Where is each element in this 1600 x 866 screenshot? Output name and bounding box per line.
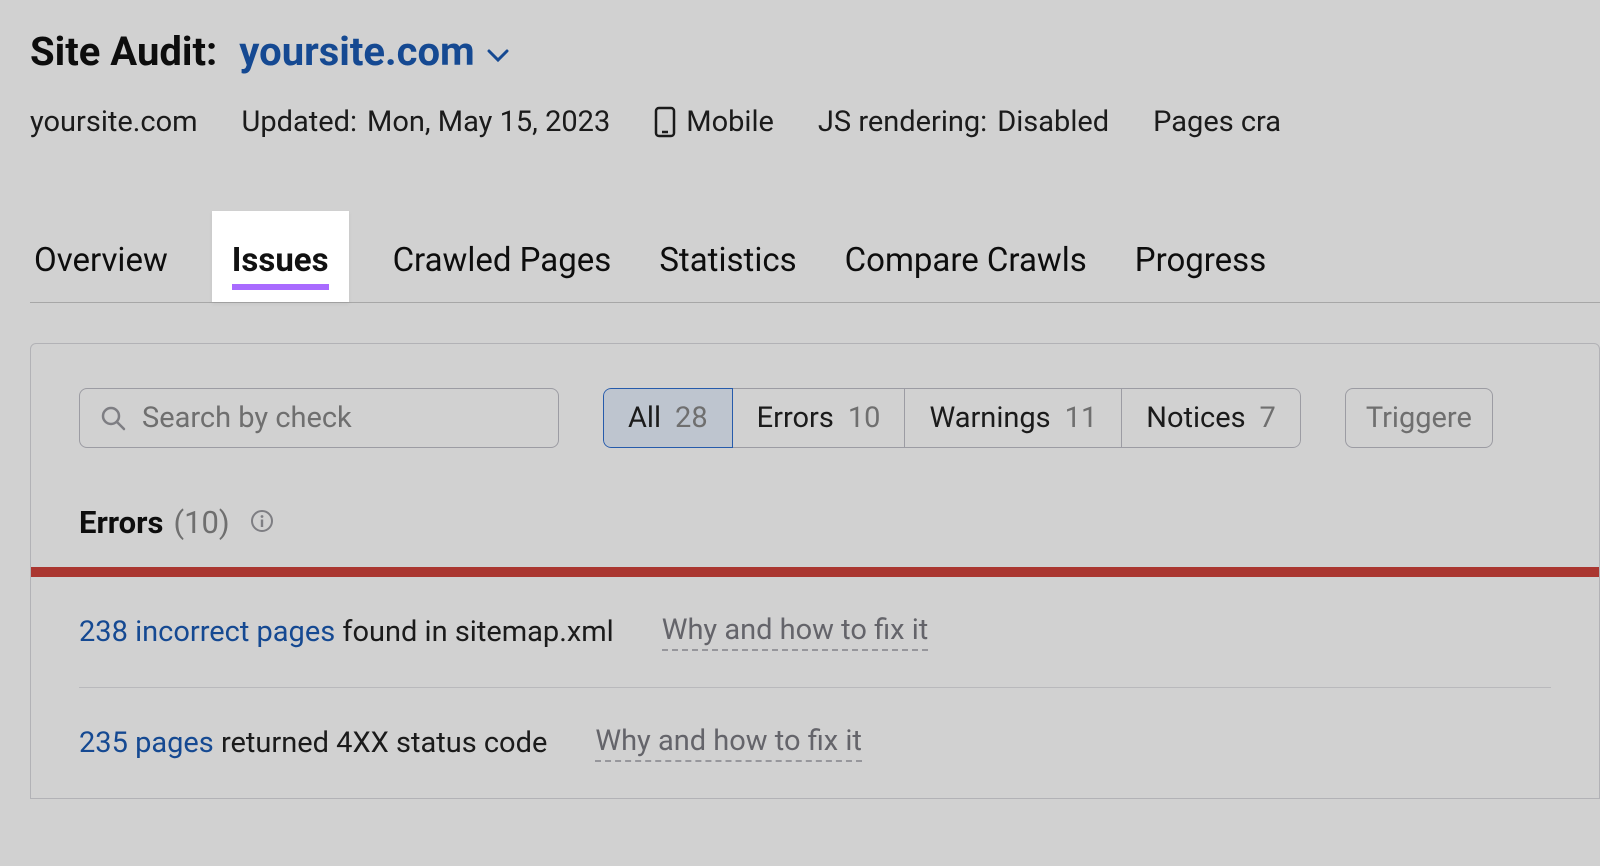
page-title-label: Site Audit: [30,28,217,75]
meta-row: yoursite.com Updated: Mon, May 15, 2023 … [30,105,1600,139]
errors-section-title: Errors (10) [79,504,1551,541]
search-input[interactable]: Search by check [79,388,559,448]
chevron-down-icon [487,49,509,63]
filter-all[interactable]: All 28 [603,388,733,448]
search-icon [100,405,126,431]
tab-compare-crawls[interactable]: Compare Crawls [841,241,1091,302]
page-title-row: Site Audit: yoursite.com [30,28,1600,75]
site-selector-domain: yoursite.com [239,28,474,75]
meta-device: Mobile [654,105,774,139]
meta-updated: Updated: Mon, May 15, 2023 [242,105,611,139]
tab-issues[interactable]: Issues [212,211,349,302]
errors-severity-bar [31,567,1599,577]
meta-pages-crawled: Pages cra [1153,105,1281,139]
tabs-bar: Overview Issues Crawled Pages Statistics… [30,211,1600,303]
severity-filter-group: All 28 Errors 10 Warnings 11 Notices 7 [603,388,1301,448]
issue-row: 235 pages returned 4XX status code Why a… [79,688,1551,798]
mobile-icon [654,106,676,138]
info-icon[interactable] [250,509,274,533]
filter-row: Search by check All 28 Errors 10 Warning… [79,388,1551,448]
tab-overview[interactable]: Overview [30,241,172,302]
tab-progress[interactable]: Progress [1131,241,1270,302]
filter-warnings[interactable]: Warnings 11 [905,388,1122,448]
tab-crawled-pages[interactable]: Crawled Pages [389,241,616,302]
search-placeholder: Search by check [142,401,352,435]
fix-link[interactable]: Why and how to fix it [662,613,929,651]
meta-js-rendering: JS rendering: Disabled [818,105,1109,139]
filter-notices[interactable]: Notices 7 [1122,388,1301,448]
meta-site: yoursite.com [30,105,198,139]
issue-row: 238 incorrect pages found in sitemap.xml… [79,577,1551,688]
tab-statistics[interactable]: Statistics [655,241,800,302]
fix-link[interactable]: Why and how to fix it [595,724,862,762]
issue-link[interactable]: 238 incorrect pages [79,615,335,649]
issue-link[interactable]: 235 pages [79,726,214,760]
filter-errors[interactable]: Errors 10 [733,388,906,448]
active-tab-underline [232,284,329,290]
issues-panel: Search by check All 28 Errors 10 Warning… [30,343,1600,799]
filter-triggered[interactable]: Triggere [1345,388,1493,448]
site-selector[interactable]: yoursite.com [239,28,508,75]
